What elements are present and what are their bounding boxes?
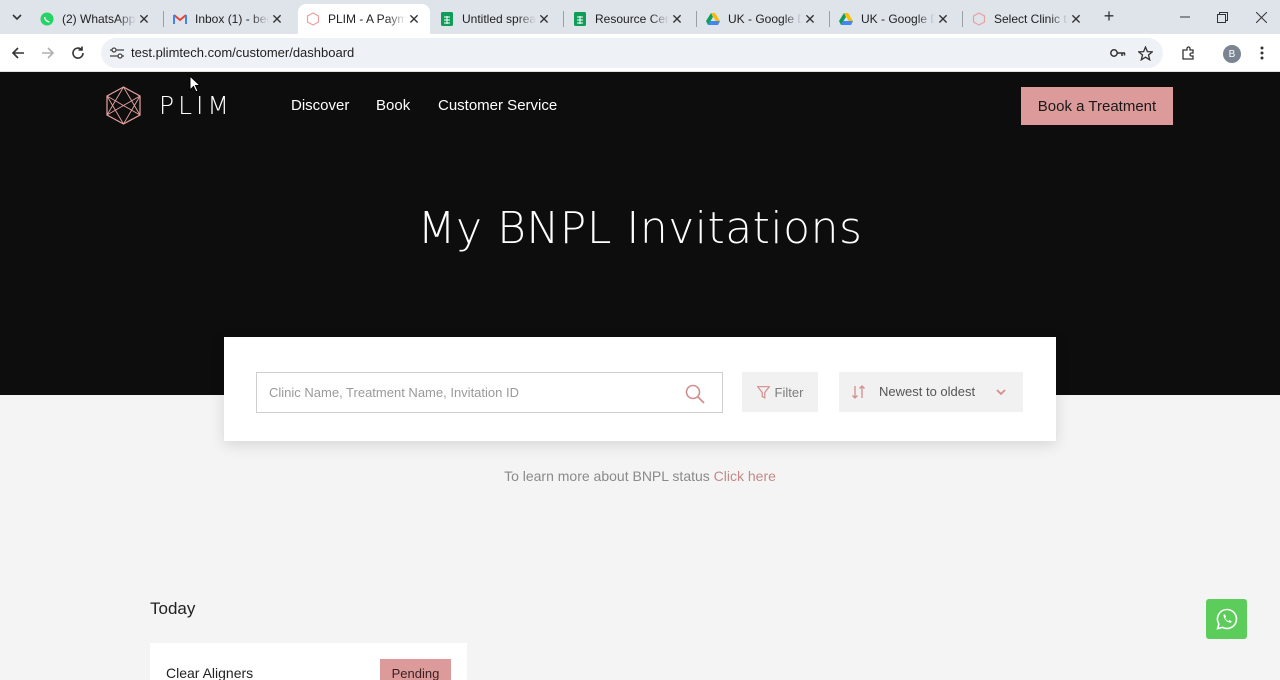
invitation-title: Clear Aligners xyxy=(166,665,254,680)
tab-title: Select Clinic to c xyxy=(994,12,1068,26)
close-icon[interactable]: ✕ xyxy=(802,11,818,27)
tab-divider xyxy=(696,11,697,27)
plim-icon xyxy=(972,12,986,26)
restore-button[interactable] xyxy=(1211,6,1233,28)
book-treatment-button[interactable]: Book a Treatment xyxy=(1021,87,1173,125)
extensions-button[interactable] xyxy=(1177,42,1199,64)
browser-tab-uk-drive-2[interactable]: UK - Google Drive ✕ xyxy=(831,4,959,34)
sort-dropdown[interactable]: Newest to oldest xyxy=(839,372,1023,412)
browser-tab-uk-drive-1[interactable]: UK - Google Drive ✕ xyxy=(698,4,826,34)
close-icon[interactable]: ✕ xyxy=(935,11,951,27)
gmail-icon xyxy=(173,12,187,26)
arrow-left-icon xyxy=(11,47,24,59)
page-title: My BNPL Invitations xyxy=(417,203,863,254)
status-badge: Pending xyxy=(380,659,451,680)
chevron-down-icon xyxy=(12,14,22,21)
kebab-menu-icon xyxy=(1260,46,1264,60)
arrow-right-icon xyxy=(42,47,55,59)
forward-button[interactable] xyxy=(37,42,59,64)
tab-search-button[interactable] xyxy=(6,6,28,28)
browser-tab-strip: (2) WhatsApp ✕ Inbox (1) - beena ✕ PLIM … xyxy=(0,0,1280,34)
close-window-button[interactable] xyxy=(1250,6,1272,28)
sheets-icon xyxy=(573,12,587,26)
password-key-icon[interactable] xyxy=(1109,45,1127,61)
whatsapp-chat-button[interactable] xyxy=(1206,599,1247,639)
sort-label: Newest to oldest xyxy=(879,384,976,399)
whatsapp-icon xyxy=(1215,608,1237,630)
close-icon xyxy=(1255,11,1267,23)
tab-title: Untitled spreadsheet xyxy=(462,12,536,26)
minimize-icon xyxy=(1180,16,1190,18)
profile-avatar[interactable]: B xyxy=(1223,45,1241,63)
browser-tab-whatsapp[interactable]: (2) WhatsApp ✕ xyxy=(32,4,160,34)
chevron-down-icon xyxy=(996,389,1006,396)
sheets-icon xyxy=(440,12,454,26)
plim-logo-icon xyxy=(106,86,141,125)
date-group-heading: Today xyxy=(150,599,196,618)
filter-label: Filter xyxy=(774,384,804,400)
tab-title: Resource Centre xyxy=(595,12,669,26)
address-bar[interactable]: test.plimtech.com/customer/dashboard xyxy=(101,38,1163,68)
plim-icon xyxy=(306,12,320,26)
search-box xyxy=(256,372,723,413)
browser-tab-untitled-spreadsheet[interactable]: Untitled spreadsheet ✕ xyxy=(432,4,560,34)
tab-title: UK - Google Drive xyxy=(861,12,935,26)
close-icon[interactable]: ✕ xyxy=(536,11,552,27)
close-icon[interactable]: ✕ xyxy=(136,11,152,27)
search-input[interactable] xyxy=(257,373,677,412)
plim-logo[interactable]: PLIM xyxy=(106,86,233,125)
filter-icon xyxy=(756,385,770,399)
reload-icon xyxy=(72,46,84,59)
reload-button[interactable] xyxy=(67,42,89,64)
close-icon[interactable]: ✕ xyxy=(269,11,285,27)
new-tab-button[interactable]: + xyxy=(1099,7,1119,27)
site-settings-icon[interactable] xyxy=(109,45,125,61)
close-icon[interactable]: ✕ xyxy=(669,11,685,27)
filter-button[interactable]: Filter xyxy=(742,372,818,412)
nav-customer-service[interactable]: Customer Service xyxy=(438,97,557,114)
logo-text: PLIM xyxy=(159,91,233,120)
browser-toolbar: test.plimtech.com/customer/dashboard xyxy=(0,34,1280,72)
restore-icon xyxy=(1216,11,1228,23)
mouse-cursor-icon xyxy=(189,75,201,93)
tab-title: UK - Google Drive xyxy=(728,12,802,26)
bnpl-status-link[interactable]: Click here xyxy=(714,468,776,484)
back-button[interactable] xyxy=(7,42,29,64)
search-card: Filter Newest to oldest xyxy=(224,337,1056,441)
nav-discover[interactable]: Discover xyxy=(291,97,349,114)
sort-icon xyxy=(852,385,865,399)
nav-book[interactable]: Book xyxy=(376,97,410,114)
browser-tab-plim[interactable]: PLIM - A Payment ✕ xyxy=(298,4,430,34)
search-icon[interactable] xyxy=(685,384,705,404)
browser-tab-gmail[interactable]: Inbox (1) - beena ✕ xyxy=(165,4,293,34)
tab-divider xyxy=(163,11,164,27)
close-icon[interactable]: ✕ xyxy=(1068,11,1084,27)
bnpl-status-text: To learn more about BNPL status xyxy=(504,468,710,484)
tab-title: PLIM - A Payment xyxy=(328,12,406,26)
tab-divider xyxy=(829,11,830,27)
url-text: test.plimtech.com/customer/dashboard xyxy=(131,45,355,60)
tab-title: (2) WhatsApp xyxy=(62,12,136,26)
invitation-card[interactable]: Clear Aligners Pending xyxy=(150,643,467,680)
bnpl-status-info: To learn more about BNPL status Click he… xyxy=(0,468,1280,484)
puzzle-icon xyxy=(1181,45,1194,60)
tab-divider xyxy=(563,11,564,27)
bookmark-star-icon[interactable] xyxy=(1136,45,1154,61)
drive-icon xyxy=(839,12,853,26)
whatsapp-icon xyxy=(40,12,54,26)
tab-divider xyxy=(962,11,963,27)
minimize-button[interactable] xyxy=(1174,6,1196,28)
browser-menu-button[interactable] xyxy=(1251,42,1273,64)
tab-title: Inbox (1) - beena xyxy=(195,12,269,26)
browser-tab-resource-centre[interactable]: Resource Centre ✕ xyxy=(565,4,693,34)
browser-tab-select-clinic[interactable]: Select Clinic to c ✕ xyxy=(964,4,1092,34)
close-icon[interactable]: ✕ xyxy=(406,11,422,27)
drive-icon xyxy=(706,12,720,26)
